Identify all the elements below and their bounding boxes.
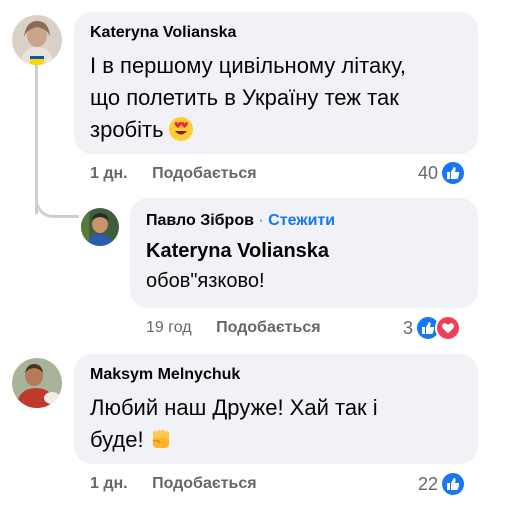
comment-meta: 1 дн. Подобається [90,165,257,183]
comment-bubble: Kateryna Volianska І в першому цивільном… [74,12,478,154]
like-reaction-icon [440,471,467,497]
comment-meta: 19 год Подобається [146,319,321,337]
comment-text-line: зробіть [90,114,462,146]
raised-fist-emoji-icon [152,430,169,448]
comment-text: Любий наш Друже! Хай так і буде! [90,392,462,456]
mention-tag[interactable]: Kateryna Volianska [146,240,462,263]
reaction-count[interactable]: 40 [418,163,438,184]
like-button[interactable]: Подобається [152,475,257,492]
comment-meta: 1 дн. Подобається [90,475,257,493]
follow-link[interactable]: Стежити [268,212,335,229]
comment-author[interactable]: Kateryna Volianska [90,24,462,42]
avatar[interactable] [12,358,62,408]
comment-text: обов"язково! [146,270,265,292]
comment-bubble: Maksym Melnychuk Любий наш Друже! Хай та… [74,354,478,464]
like-button[interactable]: Подобається [152,165,257,182]
comment-text: І в першому цивільному літаку, що полети… [90,50,462,146]
comment-time[interactable]: 1 дн. [90,475,128,492]
reply-header: Павло Зібров · Стежити [146,212,462,230]
comment-author[interactable]: Павло Зібров [146,212,254,229]
reply-bubble: Павло Зібров · Стежити Kateryna Voliansk… [130,198,478,308]
comment-text-line: І в першому цивільному літаку, [90,53,406,78]
separator: · [258,212,264,229]
reaction-count[interactable]: 22 [418,474,438,495]
thread-curve [35,190,79,218]
reactions[interactable]: 40 [418,160,467,186]
comment-text-line: буде! [90,424,462,456]
reactions[interactable]: 22 [418,471,467,497]
avatar[interactable] [12,15,62,65]
comment-text-line: що полетить в Україну теж так [90,85,399,110]
comment-author[interactable]: Maksym Melnychuk [90,366,462,384]
comment-text-line-2: буде! [90,427,144,452]
comment-time[interactable]: 1 дн. [90,165,128,182]
comment-text-line-3: зробіть [90,117,164,142]
like-reaction-icon [440,160,467,186]
love-reaction-icon [435,315,462,341]
comment-text-line: Любий наш Друже! Хай так і [90,395,378,420]
avatar[interactable] [81,208,119,246]
reactions[interactable]: 3 [403,315,462,341]
avatar-photo [12,15,62,65]
avatar-photo [12,358,62,408]
comment-time[interactable]: 19 год [146,319,192,336]
avatar-photo [81,208,119,246]
heart-eyes-emoji-icon [168,117,193,141]
like-button[interactable]: Подобається [216,319,321,336]
reaction-count[interactable]: 3 [403,318,413,339]
